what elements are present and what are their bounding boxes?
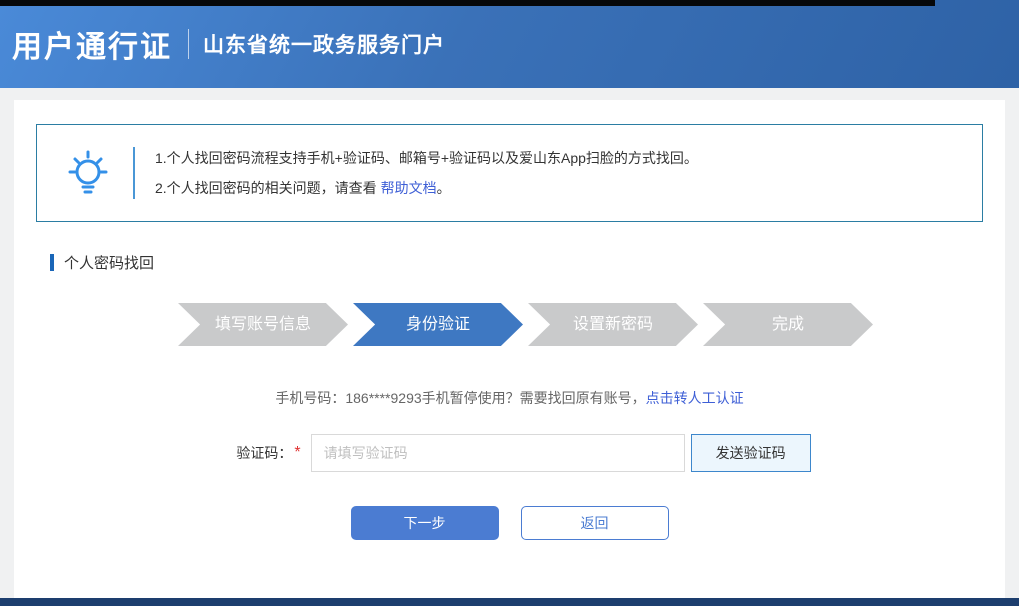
top-black-strip: [0, 0, 935, 6]
step-fill-account-info: 填写账号信息: [178, 303, 348, 346]
step-indicator: 填写账号信息 身份验证 设置新密码 完成: [68, 303, 983, 346]
action-buttons: 下一步 返回: [36, 506, 983, 540]
page-header: 用户通行证 山东省统一政务服务门户: [0, 0, 1019, 88]
manual-verification-link[interactable]: 点击转人工认证: [646, 390, 744, 406]
back-button[interactable]: 返回: [521, 506, 669, 540]
section-bar: [50, 254, 54, 271]
page-title: 个人密码找回: [64, 252, 154, 273]
brand-title: 用户通行证: [12, 22, 172, 66]
notice-line-2-suffix: 。: [437, 180, 451, 196]
content-card: 1.个人找回密码流程支持手机+验证码、邮箱号+验证码以及爱山东App扫脸的方式找…: [14, 100, 1005, 606]
notice-box: 1.个人找回密码流程支持手机+验证码、邮箱号+验证码以及爱山东App扫脸的方式找…: [36, 124, 983, 222]
captcha-input[interactable]: [311, 434, 685, 472]
phone-info-text: 手机号码：186****9293手机暂停使用？需要找回原有账号，: [275, 390, 645, 406]
help-doc-link[interactable]: 帮助文档: [381, 180, 437, 196]
captcha-label: 验证码：: [236, 443, 292, 463]
lightbulb-icon: [57, 148, 119, 198]
notice-separator: [133, 147, 135, 199]
portal-subtitle: 山东省统一政务服务门户: [203, 29, 445, 59]
notice-line-2: 2.个人找回密码的相关问题，请查看 帮助文档。: [155, 173, 698, 203]
captcha-form-row: 验证码： * 发送验证码: [64, 434, 983, 472]
section-header: 个人密码找回: [50, 252, 983, 273]
phone-info-row: 手机号码：186****9293手机暂停使用？需要找回原有账号，点击转人工认证: [36, 388, 983, 408]
step-complete: 完成: [703, 303, 873, 346]
next-step-button[interactable]: 下一步: [351, 506, 499, 540]
send-code-button[interactable]: 发送验证码: [691, 434, 811, 472]
notice-line-1: 1.个人找回密码流程支持手机+验证码、邮箱号+验证码以及爱山东App扫脸的方式找…: [155, 143, 698, 173]
notice-text: 1.个人找回密码流程支持手机+验证码、邮箱号+验证码以及爱山东App扫脸的方式找…: [155, 143, 698, 203]
notice-line-2-prefix: 2.个人找回密码的相关问题，请查看: [155, 180, 381, 196]
header-divider: [188, 29, 189, 59]
bottom-navy-bar: [0, 598, 1019, 606]
required-asterisk: *: [294, 444, 300, 462]
step-set-new-password: 设置新密码: [528, 303, 698, 346]
step-identity-verification: 身份验证: [353, 303, 523, 346]
